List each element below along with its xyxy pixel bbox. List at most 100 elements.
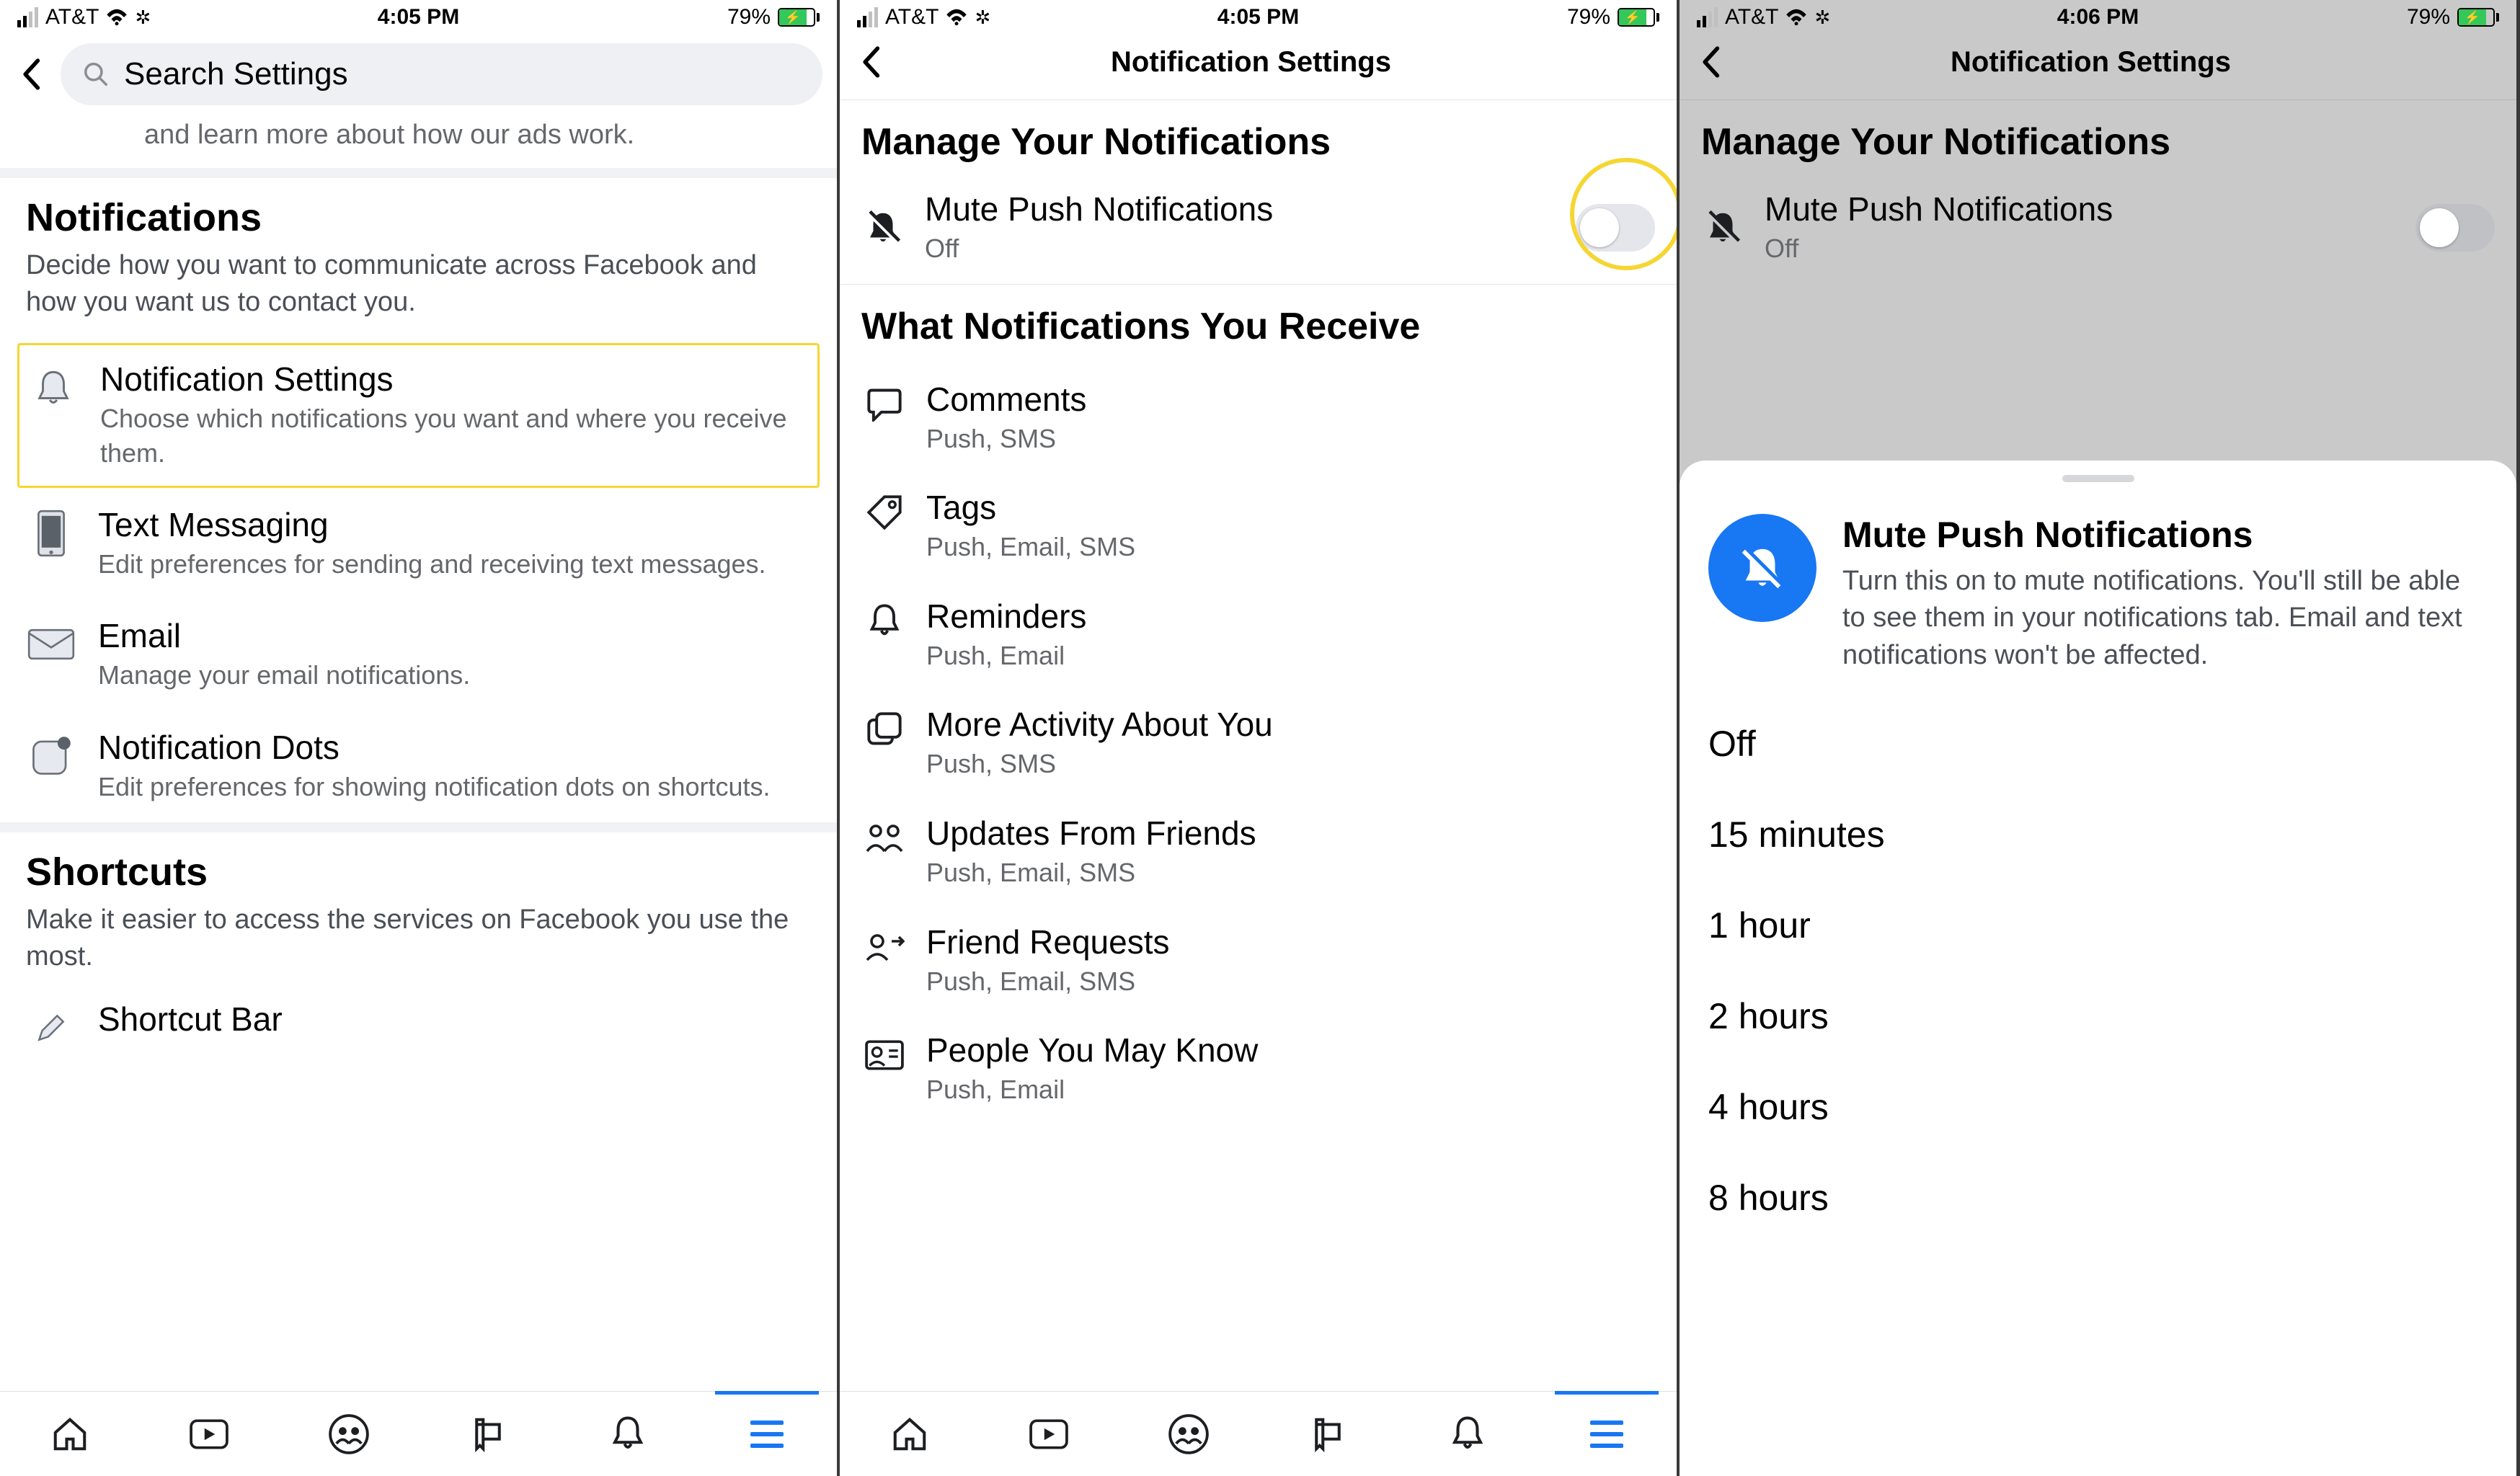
nav-watch[interactable] xyxy=(1023,1408,1075,1460)
bottom-nav xyxy=(0,1391,837,1476)
friends-icon xyxy=(861,815,908,861)
nav-home[interactable] xyxy=(44,1408,96,1460)
row-title: People You May Know xyxy=(926,1031,1258,1070)
bell-mute-icon xyxy=(1708,514,1816,622)
header: Notification Settings xyxy=(1680,35,2516,100)
back-button[interactable] xyxy=(854,43,897,81)
row-notification-settings[interactable]: Notification Settings Choose which notif… xyxy=(19,345,817,486)
row-title: Notification Settings xyxy=(100,360,809,399)
screen-mute-sheet: AT&T ✲ 4:06 PM 79% ⚡ Notification Settin… xyxy=(1680,0,2519,1476)
row-subtitle: Push, Email xyxy=(926,639,1086,674)
row-text-messaging[interactable]: Text Messaging Edit preferences for send… xyxy=(0,488,837,600)
row-subtitle: Push, Email, SMS xyxy=(926,530,1135,565)
row-mute-push[interactable]: Mute Push Notifications Off xyxy=(1680,179,2516,284)
row-title: Friend Requests xyxy=(926,922,1170,961)
mute-toggle[interactable] xyxy=(2415,204,2495,252)
mute-duration-sheet: Mute Push Notifications Turn this on to … xyxy=(1680,461,2516,1476)
row-subtitle: Push, SMS xyxy=(926,747,1273,782)
option-4-hours[interactable]: 4 hours xyxy=(1680,1062,2516,1152)
divider xyxy=(0,822,837,832)
bell-icon xyxy=(28,363,79,413)
back-button[interactable] xyxy=(14,55,48,93)
bell-mute-icon xyxy=(861,208,905,247)
comment-icon xyxy=(861,381,908,427)
clock: 4:05 PM xyxy=(378,5,459,30)
row-title: Updates From Friends xyxy=(926,814,1256,853)
page-title: Notification Settings xyxy=(910,46,1592,79)
row-shortcut-bar[interactable]: Shortcut Bar xyxy=(0,997,837,1070)
clock: 4:06 PM xyxy=(2057,5,2139,30)
option-8-hours[interactable]: 8 hours xyxy=(1680,1152,2516,1243)
row-more-activity[interactable]: More Activity About YouPush, SMS xyxy=(840,689,1677,798)
row-tags[interactable]: TagsPush, Email, SMS xyxy=(840,472,1677,581)
row-comments[interactable]: CommentsPush, SMS xyxy=(840,364,1677,473)
row-title: Notification Dots xyxy=(98,728,811,767)
toggle-state: Off xyxy=(925,231,1556,267)
nav-menu[interactable] xyxy=(741,1408,793,1460)
option-off[interactable]: Off xyxy=(1680,698,2516,789)
nav-groups[interactable] xyxy=(323,1408,375,1460)
row-subtitle: Push, Email xyxy=(926,1072,1258,1108)
nav-home[interactable] xyxy=(884,1408,936,1460)
header: Search Settings xyxy=(0,35,837,120)
option-15-minutes[interactable]: 15 minutes xyxy=(1680,789,2516,880)
toggle-state: Off xyxy=(1765,231,2395,267)
divider xyxy=(0,168,837,178)
highlighted-item: Notification Settings Choose which notif… xyxy=(17,343,820,488)
nav-notifications[interactable] xyxy=(1442,1408,1494,1460)
option-2-hours[interactable]: 2 hours xyxy=(1680,971,2516,1062)
wifi-icon xyxy=(1785,9,1807,26)
carrier-label: AT&T xyxy=(1725,5,1778,30)
sheet-handle[interactable] xyxy=(2062,475,2134,482)
nav-notifications[interactable] xyxy=(602,1408,654,1460)
option-1-hour[interactable]: 1 hour xyxy=(1680,880,2516,971)
row-title: More Activity About You xyxy=(926,705,1273,744)
id-card-icon xyxy=(861,1032,908,1078)
page-title: Notification Settings xyxy=(1750,46,2431,79)
section-desc: Make it easier to access the services on… xyxy=(26,902,811,976)
row-subtitle: Edit preferences for sending and receivi… xyxy=(98,547,811,582)
search-icon xyxy=(82,61,110,88)
loading-icon: ✲ xyxy=(1814,6,1830,29)
battery-pct: 79% xyxy=(727,5,771,30)
screen-settings-main: AT&T ✲ 4:05 PM 79% ⚡ Search Settings and… xyxy=(0,0,840,1476)
row-mute-push[interactable]: Mute Push Notifications Off xyxy=(840,179,1677,284)
section-heading: Notifications xyxy=(26,195,811,240)
row-subtitle: Push, Email, SMS xyxy=(926,855,1256,891)
section-heading: Shortcuts xyxy=(26,850,811,894)
battery-icon: ⚡ xyxy=(1615,8,1659,27)
row-title: Reminders xyxy=(926,597,1086,636)
loading-icon: ✲ xyxy=(135,6,151,29)
row-title: Comments xyxy=(926,380,1086,419)
envelope-icon xyxy=(26,619,76,670)
signal-icon xyxy=(1697,7,1718,27)
nav-watch[interactable] xyxy=(183,1408,235,1460)
screen-notification-settings: AT&T ✲ 4:05 PM 79% ⚡ Notification Settin… xyxy=(840,0,1680,1476)
loading-icon: ✲ xyxy=(975,6,990,29)
row-notification-dots[interactable]: Notification Dots Edit preferences for s… xyxy=(0,711,837,822)
nav-pages[interactable] xyxy=(1302,1408,1354,1460)
row-title: Shortcut Bar xyxy=(98,1000,811,1039)
nav-menu[interactable] xyxy=(1581,1408,1633,1460)
carrier-label: AT&T xyxy=(885,5,939,30)
nav-groups[interactable] xyxy=(1163,1408,1215,1460)
row-reminders[interactable]: RemindersPush, Email xyxy=(840,581,1677,690)
status-bar: AT&T ✲ 4:05 PM 79% ⚡ xyxy=(840,0,1677,35)
row-friend-requests[interactable]: Friend RequestsPush, Email, SMS xyxy=(840,907,1677,1015)
battery-pct: 79% xyxy=(1567,5,1610,30)
row-subtitle: Push, SMS xyxy=(926,422,1086,457)
nav-pages[interactable] xyxy=(462,1408,514,1460)
row-title: Email xyxy=(98,616,811,655)
edit-icon xyxy=(26,1002,76,1053)
row-email[interactable]: Email Manage your email notifications. xyxy=(0,599,837,711)
mute-toggle[interactable] xyxy=(1576,204,1655,252)
signal-icon xyxy=(17,7,38,27)
search-input[interactable]: Search Settings xyxy=(61,43,822,105)
bell-mute-icon xyxy=(1701,208,1744,247)
back-button[interactable] xyxy=(1694,43,1737,81)
row-people-you-may-know[interactable]: People You May KnowPush, Email xyxy=(840,1015,1677,1124)
row-subtitle: Push, Email, SMS xyxy=(926,964,1170,1000)
search-placeholder: Search Settings xyxy=(124,56,348,92)
row-subtitle: Edit preferences for showing notificatio… xyxy=(98,770,811,805)
row-friend-updates[interactable]: Updates From FriendsPush, Email, SMS xyxy=(840,798,1677,907)
